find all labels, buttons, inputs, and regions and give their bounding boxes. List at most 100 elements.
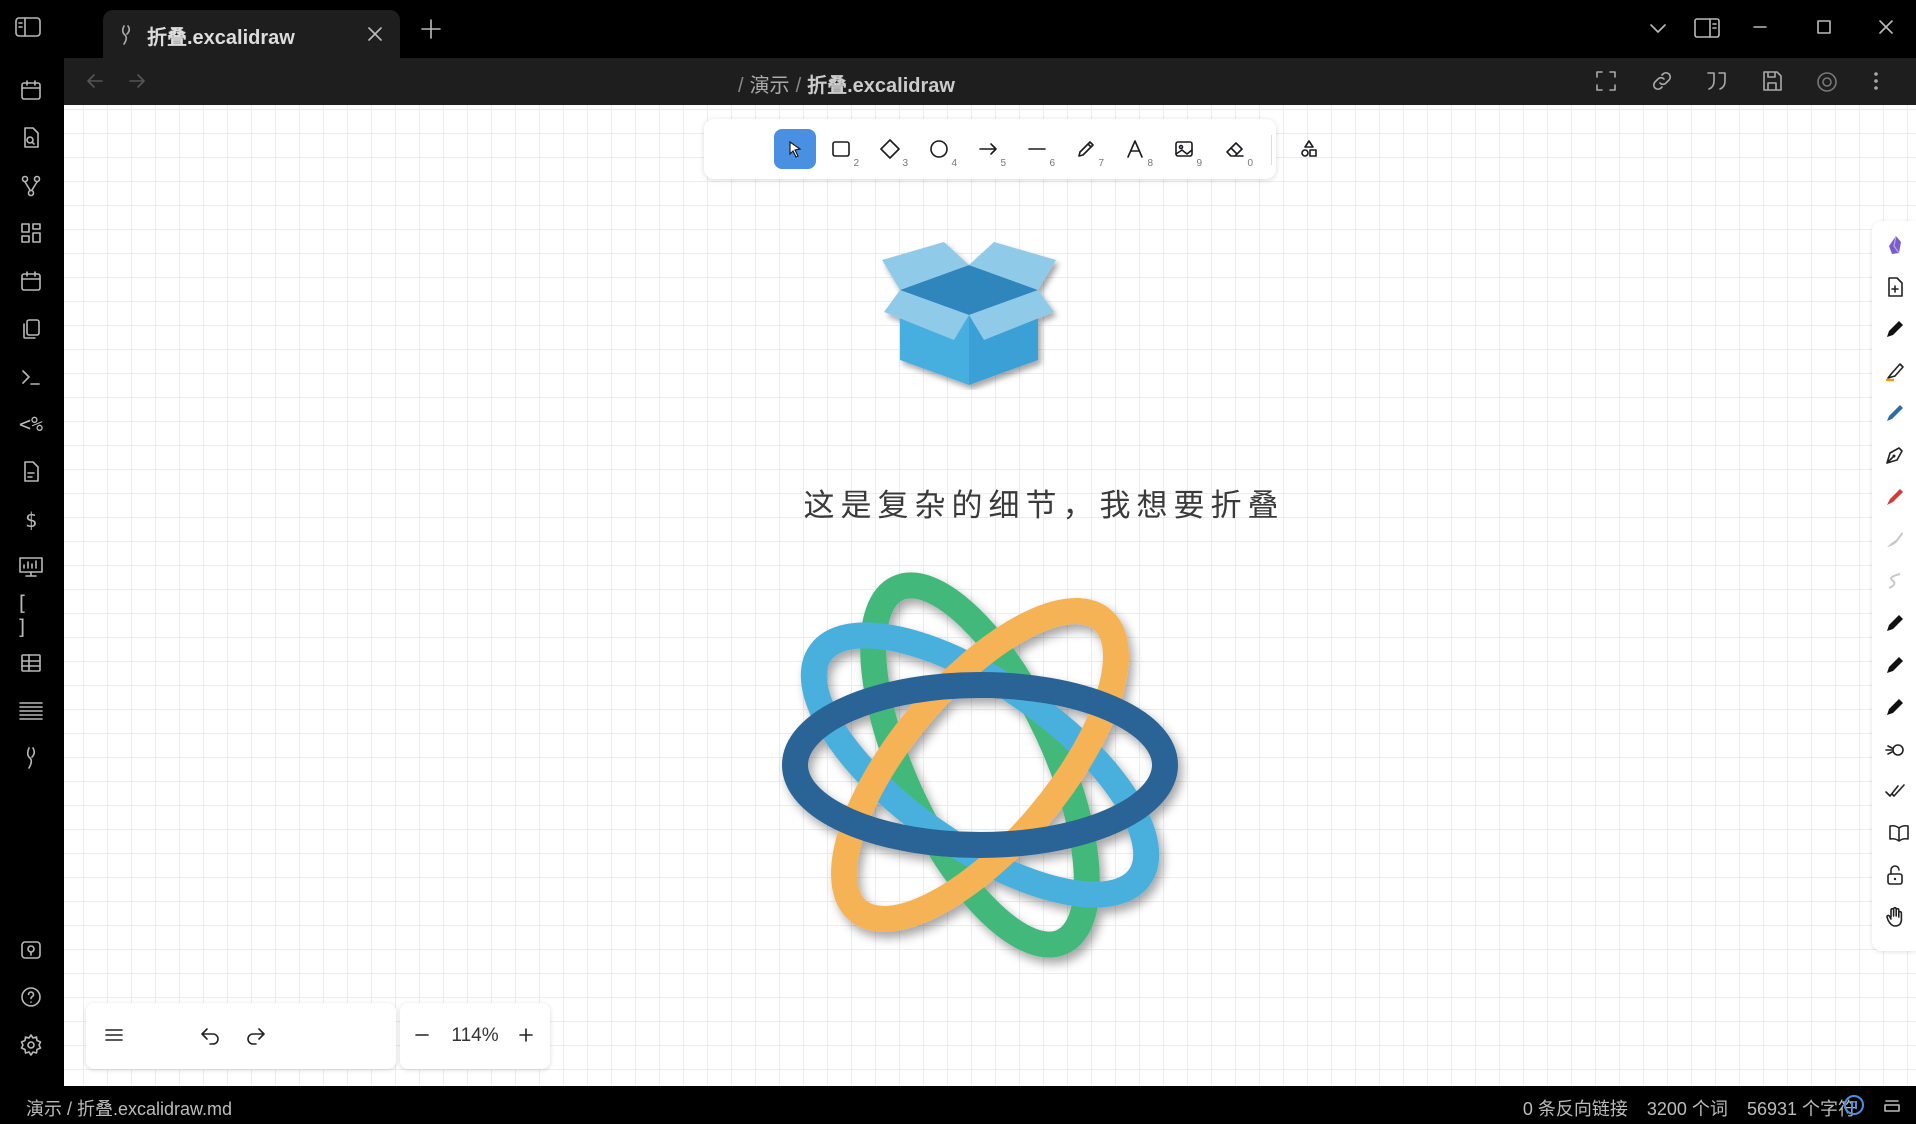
- close-window-icon[interactable]: [1875, 16, 1897, 38]
- back-arrow-icon[interactable]: [84, 70, 106, 92]
- diamond-tool-button[interactable]: 3: [869, 129, 911, 169]
- excalidraw-canvas[interactable]: 2 3 4 5 6 7 8 9 0 这是复杂的细节，我想要折叠 114%: [64, 105, 1916, 1086]
- link-icon[interactable]: [1650, 69, 1674, 93]
- tab-title: 折叠.excalidraw: [147, 27, 295, 49]
- excalidraw-icon[interactable]: [16, 743, 46, 773]
- image-tool-button[interactable]: 9: [1163, 129, 1205, 169]
- templater-text: <%: [18, 412, 44, 436]
- breadcrumb: / 演示 / 折叠.excalidraw: [738, 75, 955, 97]
- line-tool-button[interactable]: 6: [1016, 129, 1058, 169]
- redo-icon[interactable]: [244, 1023, 268, 1047]
- settings-gear-icon[interactable]: [16, 1030, 46, 1060]
- draw-pencil-tool-button[interactable]: 7: [1065, 129, 1107, 169]
- canvas-text[interactable]: 这是复杂的细节，我想要折叠: [764, 480, 1324, 525]
- eraser-shortcut: 0: [1247, 158, 1253, 169]
- shape-toolbar: 2 3 4 5 6 7 8 9 0: [704, 119, 1317, 179]
- box-illustration[interactable]: [874, 230, 1064, 390]
- dollar-icon[interactable]: $: [16, 505, 46, 535]
- hamburger-menu-icon[interactable]: [102, 1023, 126, 1047]
- document-icon[interactable]: [16, 457, 46, 487]
- maximize-window-icon[interactable]: [1813, 16, 1835, 38]
- text-tool-button[interactable]: 8: [1114, 129, 1156, 169]
- obsidian-gem-icon[interactable]: [1884, 234, 1906, 256]
- hand-pan-icon[interactable]: [1884, 906, 1906, 928]
- close-tab-icon[interactable]: [365, 24, 385, 44]
- unlock-icon[interactable]: [1884, 864, 1906, 886]
- menu-undo-panel: [86, 1003, 396, 1069]
- word-count: 3200 个词: [1646, 1099, 1728, 1119]
- dollar-text: $: [24, 508, 38, 532]
- zoom-out-icon[interactable]: [410, 1023, 434, 1047]
- new-tab-icon[interactable]: [418, 16, 444, 42]
- presentation-icon[interactable]: [16, 552, 46, 582]
- arrow-shortcut: 5: [1000, 158, 1006, 169]
- toolbar-divider: [1271, 135, 1272, 165]
- arrow-tool-button[interactable]: 5: [967, 129, 1009, 169]
- undo-icon[interactable]: [198, 1023, 222, 1047]
- selection-tool-button[interactable]: [774, 129, 816, 169]
- terminal-icon[interactable]: [16, 362, 46, 392]
- more-shapes-button[interactable]: [1289, 129, 1329, 169]
- save-icon[interactable]: [1760, 69, 1784, 93]
- breadcrumb-folder[interactable]: 演示: [750, 75, 790, 97]
- fountain-pen-icon[interactable]: [1884, 444, 1906, 466]
- vault-switch-icon[interactable]: [16, 935, 46, 965]
- gear-settings-icon[interactable]: [1814, 69, 1840, 95]
- table-icon[interactable]: [16, 648, 46, 678]
- zoom-in-icon[interactable]: [514, 1023, 538, 1047]
- more-options-icon[interactable]: [1868, 69, 1884, 93]
- book-icon[interactable]: [1888, 822, 1910, 844]
- dashboard-icon[interactable]: [16, 218, 46, 248]
- pen-black-4-icon[interactable]: [1884, 696, 1906, 718]
- right-sidebar-toggle-icon[interactable]: [1693, 16, 1721, 40]
- char-count: 56931 个字符: [1746, 1099, 1856, 1119]
- rectangle-shortcut: 2: [853, 158, 859, 169]
- tab-list-chevron-icon[interactable]: [1646, 16, 1670, 40]
- tab-excalidraw[interactable]: 折叠.excalidraw: [103, 10, 400, 58]
- brush-gray-icon[interactable]: [1884, 528, 1906, 550]
- text-shortcut: 8: [1147, 158, 1153, 169]
- fullscreen-icon[interactable]: [1594, 69, 1618, 93]
- ellipse-tool-button[interactable]: 4: [918, 129, 960, 169]
- ellipse-shortcut: 4: [951, 158, 957, 169]
- templater-icon[interactable]: <%: [16, 409, 46, 439]
- brackets-icon[interactable]: [ ]: [16, 591, 46, 639]
- status-layers-icon[interactable]: [1882, 1095, 1902, 1115]
- list-lines-icon[interactable]: [16, 696, 46, 726]
- pen-black-icon[interactable]: [1884, 318, 1906, 340]
- excalidraw-icon: [119, 24, 133, 46]
- diamond-shortcut: 3: [902, 158, 908, 169]
- pen-black-3-icon[interactable]: [1884, 654, 1906, 676]
- brackets-text: [ ]: [16, 591, 29, 639]
- pen-blue-icon[interactable]: [1884, 402, 1906, 424]
- rectangle-tool-button[interactable]: 2: [820, 129, 862, 169]
- calendar-icon[interactable]: [16, 75, 46, 105]
- sync-status-icon[interactable]: [1844, 1095, 1864, 1115]
- breadcrumb-file[interactable]: 折叠.excalidraw: [807, 75, 955, 97]
- pen-black-2-icon[interactable]: [1884, 612, 1906, 634]
- daily-note-calendar-icon[interactable]: [16, 266, 46, 296]
- marker-red-icon[interactable]: [1884, 486, 1906, 508]
- double-check-icon[interactable]: [1884, 780, 1906, 802]
- sidebar-toggle-icon[interactable]: [14, 15, 50, 43]
- squiggle-gray-icon[interactable]: [1884, 570, 1906, 592]
- file-search-icon[interactable]: [16, 123, 46, 153]
- title-bar: 折叠.excalidraw: [0, 0, 1916, 58]
- zoom-level[interactable]: 114%: [448, 1025, 502, 1047]
- new-file-icon[interactable]: [1884, 276, 1906, 298]
- status-counts: 0 条反向链接 3200 个词 56931 个字符: [1509, 1095, 1856, 1121]
- minimize-window-icon[interactable]: [1749, 16, 1771, 38]
- quote-icon[interactable]: [1704, 69, 1730, 93]
- help-icon[interactable]: [16, 982, 46, 1012]
- laser-pointer-icon[interactable]: [1884, 738, 1906, 760]
- zoom-panel: 114%: [400, 1003, 550, 1069]
- knot-illustration[interactable]: [760, 545, 1200, 985]
- forward-arrow-icon[interactable]: [126, 70, 148, 92]
- status-file-path[interactable]: 演示 / 折叠.excalidraw.md: [26, 1095, 232, 1121]
- copy-files-icon[interactable]: [16, 314, 46, 344]
- draw-shortcut: 7: [1098, 158, 1104, 169]
- graph-view-icon[interactable]: [16, 171, 46, 201]
- eraser-tool-button[interactable]: 0: [1214, 129, 1256, 169]
- highlighter-icon[interactable]: [1884, 360, 1906, 382]
- backlinks-count[interactable]: 0 条反向链接: [1523, 1099, 1628, 1119]
